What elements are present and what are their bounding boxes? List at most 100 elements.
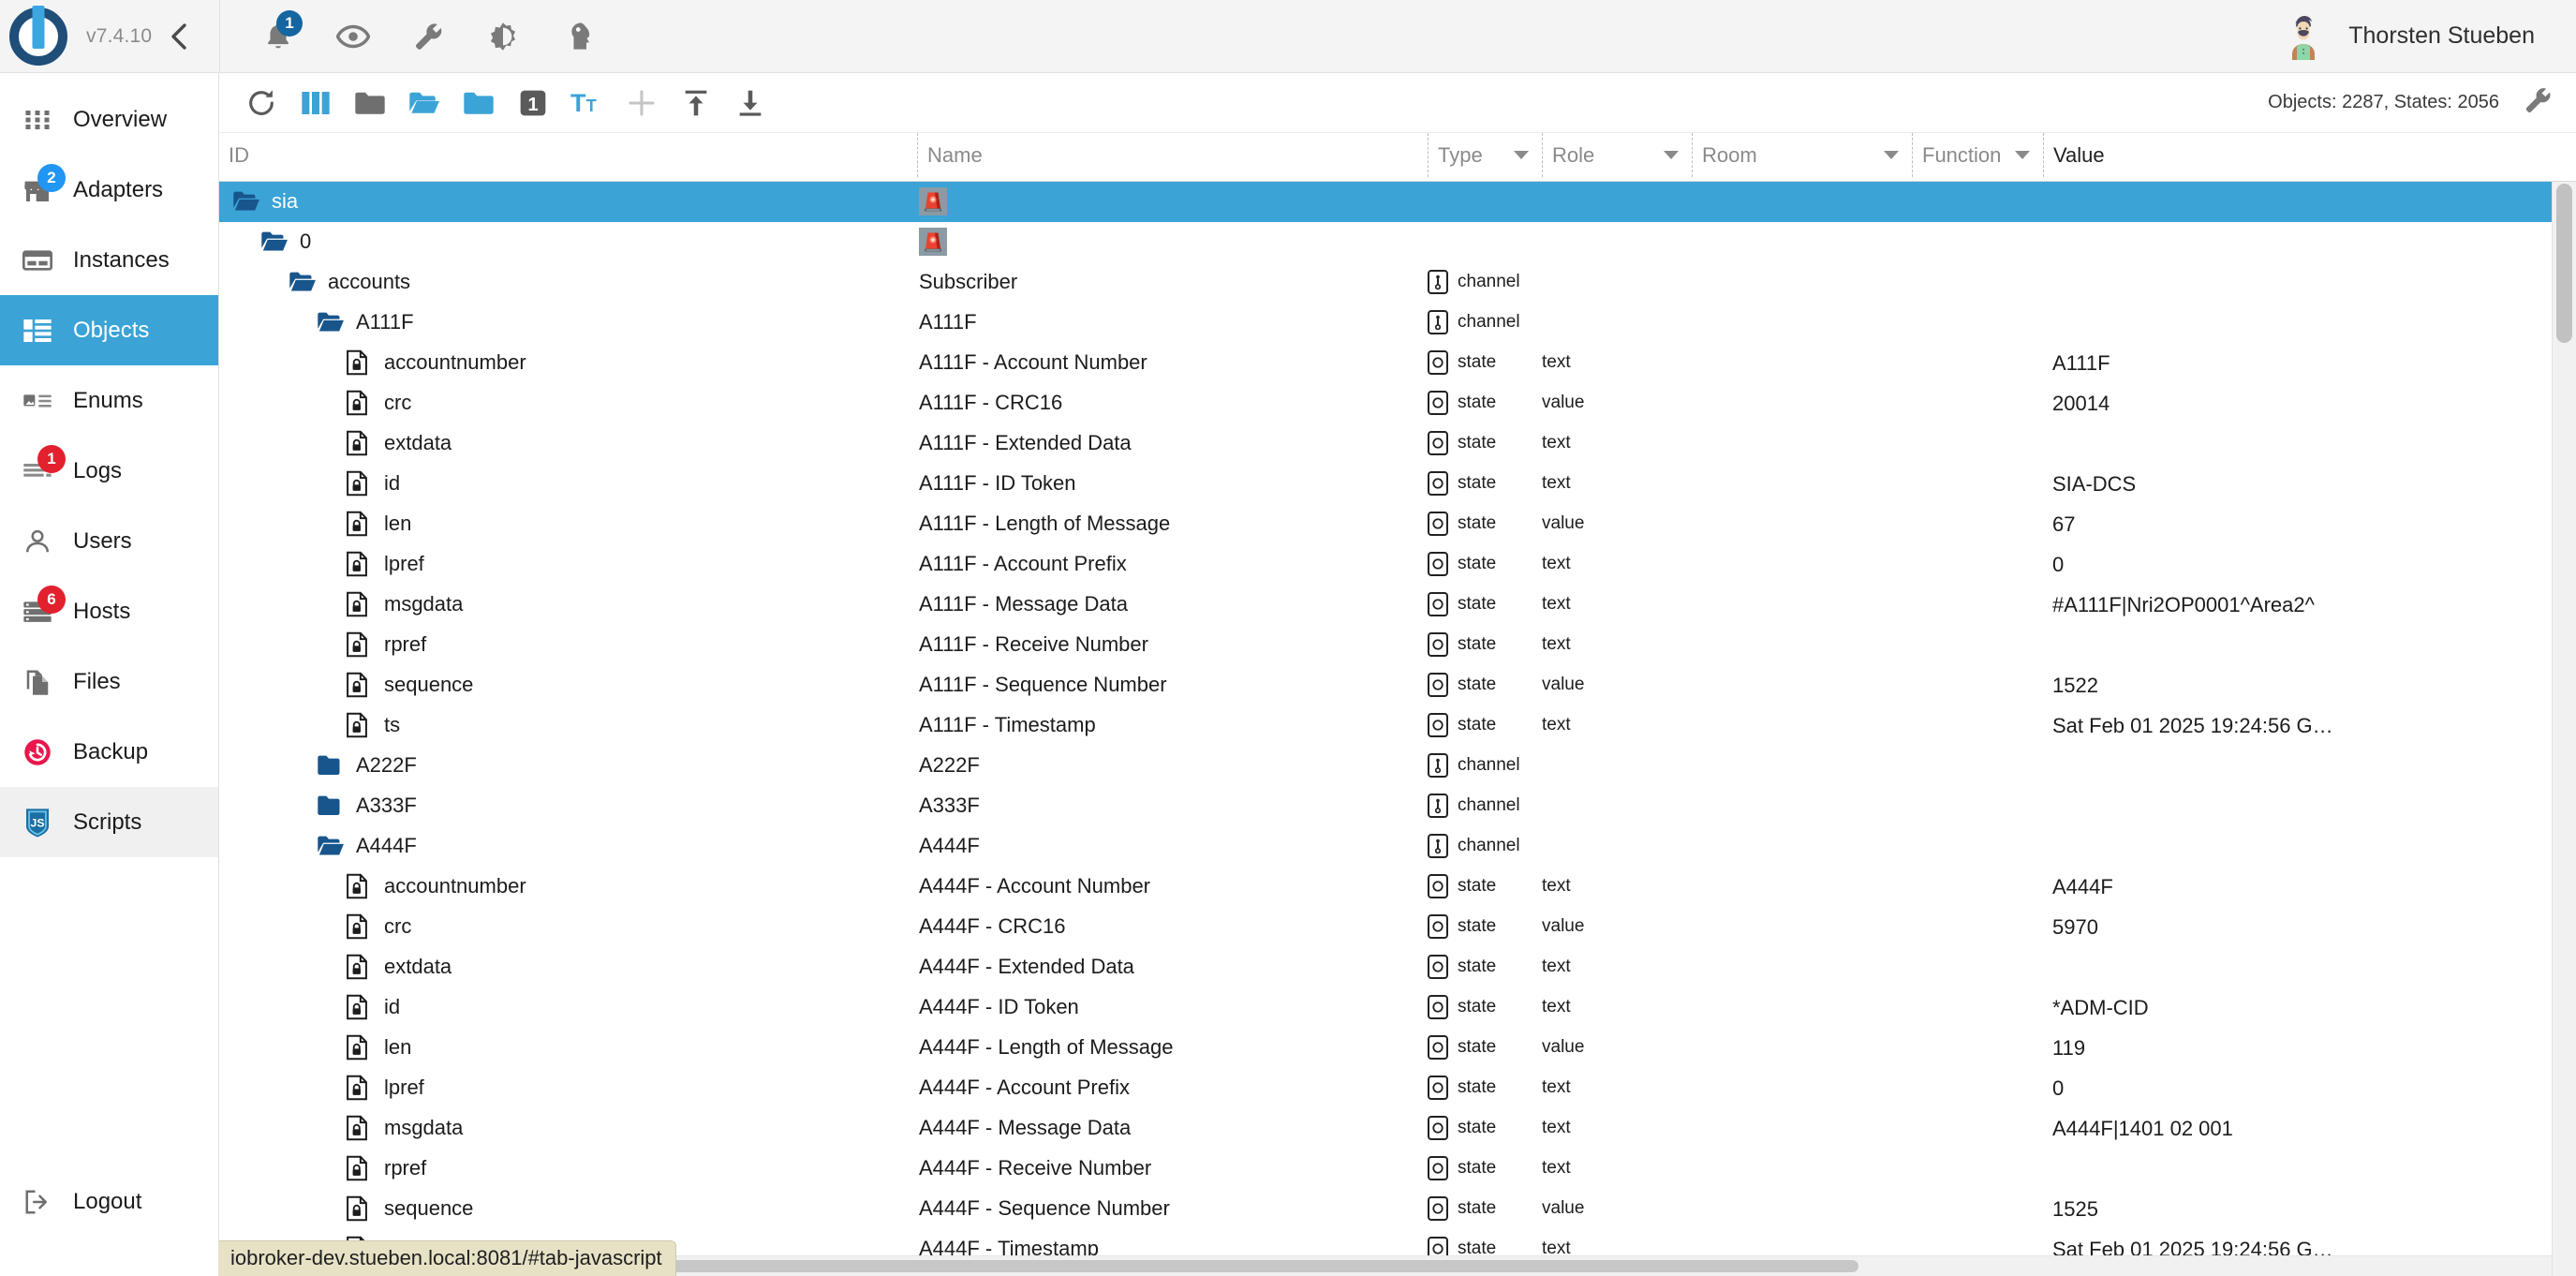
row-id-cell[interactable]: A444F <box>219 826 917 866</box>
sidebar-item-backup[interactable]: Backup <box>0 717 218 787</box>
theme-contrast-button[interactable] <box>482 16 524 57</box>
table-row[interactable]: lenA111F - Length of Messagestatevalue67 <box>219 504 2576 544</box>
sidebar-item-overview[interactable]: Overview <box>0 84 218 155</box>
folder-open-icon[interactable] <box>232 189 260 214</box>
row-value-cell[interactable]: 0 <box>2043 1068 2576 1107</box>
row-value-cell[interactable]: A444F <box>2043 867 2576 906</box>
row-value-cell[interactable]: 1525 <box>2043 1189 2576 1228</box>
column-header-function[interactable]: Function <box>1912 133 2043 177</box>
table-row[interactable]: msgdataA111F - Message Datastatetext#A11… <box>219 585 2576 625</box>
row-value-cell[interactable] <box>2043 1149 2576 1188</box>
table-row[interactable]: A333FA333Fchannel <box>219 786 2576 826</box>
state-icon[interactable] <box>345 552 373 576</box>
export-button[interactable] <box>723 77 777 129</box>
import-button[interactable] <box>669 77 723 129</box>
row-value-cell[interactable]: 0 <box>2043 544 2576 584</box>
refresh-button[interactable] <box>234 77 289 129</box>
row-value-cell[interactable] <box>2043 423 2576 463</box>
row-id-cell[interactable]: A222F <box>219 746 917 785</box>
scrollbar-thumb[interactable] <box>2556 184 2572 343</box>
state-icon[interactable] <box>345 914 373 939</box>
row-value-cell[interactable] <box>2043 625 2576 664</box>
table-row[interactable]: sequenceA444F - Sequence Numberstatevalu… <box>219 1189 2576 1229</box>
folder-open-icon[interactable] <box>317 834 345 858</box>
collapse-all-button[interactable] <box>343 77 397 129</box>
table-row[interactable]: accountsSubscriberchannel <box>219 262 2576 303</box>
state-icon[interactable] <box>345 632 373 657</box>
column-header-value[interactable]: Value <box>2043 133 2576 177</box>
row-id-cell[interactable]: sequence <box>219 1189 917 1228</box>
row-id-cell[interactable]: len <box>219 1028 917 1067</box>
row-id-cell[interactable]: crc <box>219 383 917 423</box>
column-header-role[interactable]: Role <box>1542 133 1692 177</box>
state-icon[interactable] <box>345 955 373 979</box>
row-id-cell[interactable]: len <box>219 504 917 543</box>
row-id-cell[interactable]: id <box>219 464 917 503</box>
row-id-cell[interactable]: extdata <box>219 423 917 463</box>
row-id-cell[interactable]: sia <box>219 182 917 221</box>
row-value-cell[interactable] <box>2043 303 2576 342</box>
chevron-down-icon[interactable] <box>1664 151 1679 159</box>
row-id-cell[interactable]: id <box>219 987 917 1027</box>
row-value-cell[interactable]: 5970 <box>2043 907 2576 946</box>
row-id-cell[interactable]: lpref <box>219 544 917 584</box>
state-icon[interactable] <box>345 512 373 536</box>
state-icon[interactable] <box>345 1076 373 1100</box>
sidebar-item-users[interactable]: Users <box>0 506 218 576</box>
table-row[interactable]: msgdataA444F - Message DatastatetextA444… <box>219 1108 2576 1149</box>
sidebar-item-objects[interactable]: Objects <box>0 295 218 365</box>
sidebar-item-files[interactable]: Files <box>0 646 218 717</box>
row-id-cell[interactable]: accountnumber <box>219 867 917 906</box>
row-value-cell[interactable]: #A111F|Nri2OP0001^Area2^ <box>2043 585 2576 624</box>
sidebar-item-hosts[interactable]: 6 Hosts <box>0 576 218 646</box>
folder-open-icon[interactable] <box>317 310 345 334</box>
row-id-cell[interactable]: extdata <box>219 947 917 987</box>
state-icon[interactable] <box>345 592 373 616</box>
row-value-cell[interactable] <box>2043 222 2576 261</box>
chevron-down-icon[interactable] <box>1514 151 1529 159</box>
table-row[interactable]: idA444F - ID Tokenstatetext*ADM-CID <box>219 987 2576 1028</box>
state-icon[interactable] <box>345 350 373 375</box>
row-value-cell[interactable]: A111F <box>2043 343 2576 382</box>
row-id-cell[interactable]: A111F <box>219 303 917 342</box>
table-row[interactable]: lprefA444F - Account Prefixstatetext0 <box>219 1068 2576 1108</box>
row-value-cell[interactable]: A444F|1401 02 001 <box>2043 1108 2576 1148</box>
row-id-cell[interactable]: accounts <box>219 262 917 302</box>
sidebar-item-enums[interactable]: Enums <box>0 365 218 436</box>
state-icon[interactable] <box>345 391 373 415</box>
collapse-sidebar-button[interactable] <box>161 18 199 55</box>
state-icon[interactable] <box>345 471 373 496</box>
vertical-scrollbar[interactable] <box>2552 182 2576 1276</box>
folder-closed-icon[interactable] <box>317 753 345 778</box>
table-row[interactable]: crcA444F - CRC16statevalue5970 <box>219 907 2576 947</box>
sidebar-item-adapters[interactable]: 2 Adapters <box>0 155 218 225</box>
column-header-room[interactable]: Room <box>1692 133 1912 177</box>
row-id-cell[interactable]: lpref <box>219 1068 917 1107</box>
row-value-cell[interactable] <box>2043 746 2576 785</box>
state-icon[interactable] <box>345 1035 373 1060</box>
row-value-cell[interactable]: 67 <box>2043 504 2576 543</box>
row-id-cell[interactable]: ts <box>219 705 917 745</box>
sidebar-item-scripts[interactable]: JS Scripts <box>0 787 218 857</box>
column-header-type[interactable]: Type <box>1428 133 1542 177</box>
state-icon[interactable] <box>345 1116 373 1140</box>
folder-open-icon[interactable] <box>260 230 289 254</box>
state-icon[interactable] <box>345 431 373 455</box>
table-row[interactable]: sequenceA111F - Sequence Numberstatevalu… <box>219 665 2576 705</box>
row-value-cell[interactable]: 119 <box>2043 1028 2576 1067</box>
row-value-cell[interactable]: 1522 <box>2043 665 2576 705</box>
sidebar-item-logout[interactable]: Logout <box>0 1166 218 1237</box>
row-value-cell[interactable] <box>2043 947 2576 987</box>
row-id-cell[interactable]: msgdata <box>219 1108 917 1148</box>
table-row[interactable]: lenA444F - Length of Messagestatevalue11… <box>219 1028 2576 1068</box>
table-row[interactable]: accountnumberA111F - Account Numberstate… <box>219 343 2576 383</box>
row-value-cell[interactable]: Sat Feb 01 2025 19:24:56 G… <box>2043 705 2576 745</box>
objects-settings-button[interactable] <box>2518 83 2557 123</box>
row-id-cell[interactable]: rpref <box>219 1149 917 1188</box>
state-icon[interactable] <box>345 874 373 898</box>
settings-wrench-button[interactable] <box>407 16 449 57</box>
row-id-cell[interactable]: rpref <box>219 625 917 664</box>
expand-all-button[interactable] <box>397 77 452 129</box>
column-header-id[interactable]: ID <box>219 133 917 177</box>
row-value-cell[interactable] <box>2043 786 2576 825</box>
